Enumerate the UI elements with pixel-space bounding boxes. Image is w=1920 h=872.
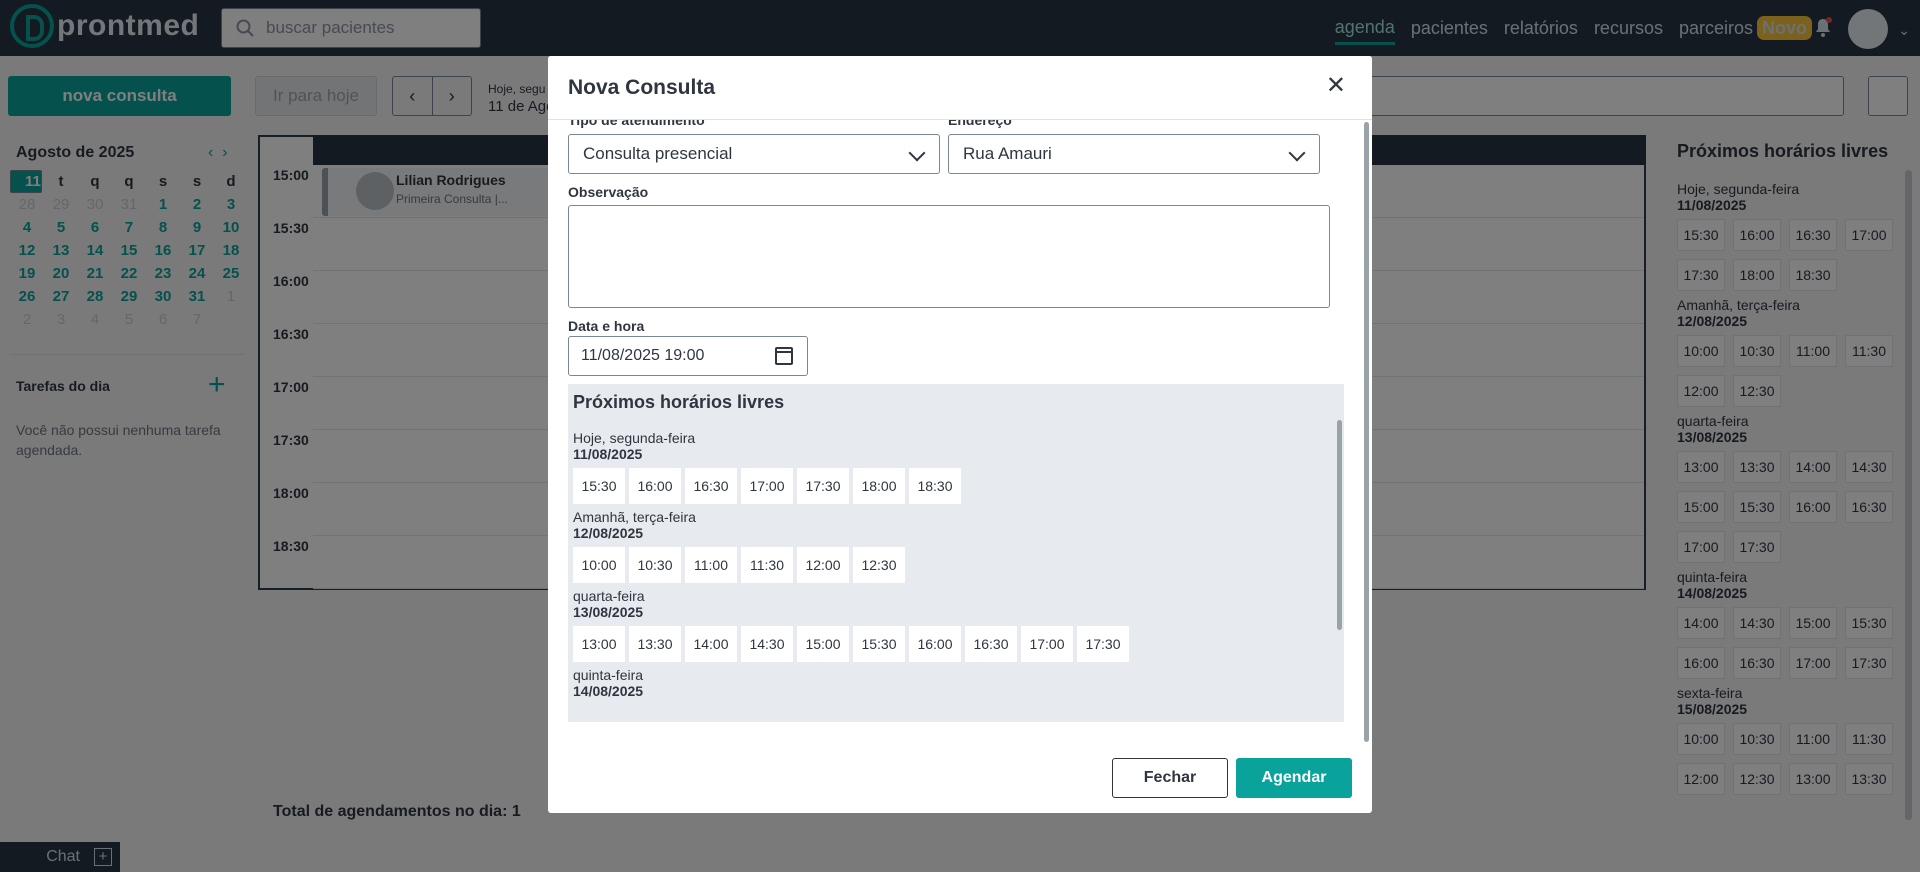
modal-scrollbar[interactable] (1364, 122, 1369, 742)
modal-free-slots-list: Hoje, segunda-feira 11/08/2025 15:30 16:00 1… (573, 425, 1323, 721)
appointment-type-value: Consulta presencial (583, 144, 733, 163)
slot-row: 15:3016:0016:3017:0017:3018:0018:30 (573, 468, 1323, 504)
time-slot-button[interactable]: 18:30 (909, 468, 961, 504)
time-slot-button[interactable]: 12:00 (797, 547, 849, 583)
chevron-down-icon (1288, 144, 1306, 162)
slot-day-date: 12/08/2025 (573, 525, 644, 541)
time-slot-button[interactable]: 10:00 (573, 547, 625, 583)
time-slot-button[interactable]: 14:00 (685, 626, 737, 662)
slot-day-name: quinta-feira (573, 667, 644, 683)
slot-day-date: 14/08/2025 (573, 683, 644, 699)
chevron-down-icon (908, 144, 926, 162)
time-slot-button[interactable]: 13:00 (573, 626, 625, 662)
slot-day-date: 11/08/2025 (573, 446, 643, 462)
time-slot-button[interactable]: 15:30 (573, 468, 625, 504)
date-time-label: Data e hora (568, 318, 645, 334)
slot-day-name: Amanhã, terça-feira (573, 509, 696, 525)
time-slot-button[interactable]: 14:30 (741, 626, 793, 662)
free-slots-scrollbar[interactable] (1337, 420, 1342, 630)
time-slot-button[interactable]: 10:30 (629, 547, 681, 583)
address-select[interactable]: Rua Amauri (948, 134, 1320, 174)
address-value: Rua Amauri (963, 144, 1052, 163)
time-slot-button[interactable]: 17:30 (1077, 626, 1129, 662)
date-time-value: 11/08/2025 19:00 (581, 347, 705, 364)
time-slot-button[interactable]: 17:00 (1021, 626, 1073, 662)
time-slot-button[interactable]: 18:00 (853, 468, 905, 504)
appointment-type-select[interactable]: Consulta presencial (568, 134, 940, 174)
time-slot-button[interactable]: 16:30 (965, 626, 1017, 662)
close-button[interactable]: Fechar (1112, 758, 1228, 798)
time-slot-button[interactable]: 16:30 (685, 468, 737, 504)
slot-row: 13:0013:3014:0014:3015:0015:3016:0016:30… (573, 626, 1323, 662)
time-slot-button[interactable]: 15:30 (853, 626, 905, 662)
new-appointment-modal: Tipo de atendimento Endereço Nova Consul… (548, 56, 1372, 813)
time-slot-button[interactable]: 11:00 (685, 547, 737, 583)
modal-header: Nova Consulta ✕ (548, 56, 1372, 120)
modal-free-slots-title: Próximos horários livres (573, 392, 785, 412)
slot-row: 10:0010:3011:0011:3012:0012:30 (573, 547, 1323, 583)
close-icon[interactable]: ✕ (1326, 74, 1346, 98)
slot-day-name: quarta-feira (573, 588, 645, 604)
date-time-input[interactable]: 11/08/2025 19:00 (568, 336, 808, 376)
calendar-icon[interactable] (775, 347, 793, 365)
observation-textarea[interactable] (568, 205, 1330, 308)
schedule-button[interactable]: Agendar (1236, 758, 1352, 798)
modal-title: Nova Consulta (568, 76, 716, 99)
time-slot-button[interactable]: 13:30 (629, 626, 681, 662)
time-slot-button[interactable]: 17:30 (797, 468, 849, 504)
time-slot-button[interactable]: 12:30 (853, 547, 905, 583)
time-slot-button[interactable]: 15:00 (797, 626, 849, 662)
time-slot-button[interactable]: 16:00 (909, 626, 961, 662)
slot-day-date: 13/08/2025 (573, 604, 644, 620)
observation-label: Observação (568, 184, 649, 200)
time-slot-button[interactable]: 16:00 (629, 468, 681, 504)
time-slot-button[interactable]: 11:30 (741, 547, 793, 583)
time-slot-button[interactable]: 17:00 (741, 468, 793, 504)
slot-day-name: Hoje, segunda-feira (573, 430, 696, 446)
